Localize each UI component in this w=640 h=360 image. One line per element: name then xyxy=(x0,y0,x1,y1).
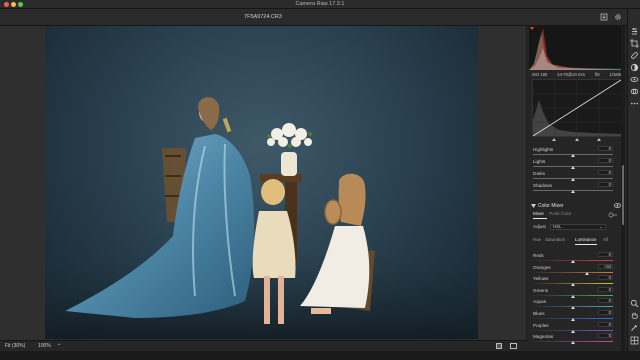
luminance-label: Yellows xyxy=(533,276,549,282)
fit-zoom-button[interactable]: Fit (30%) xyxy=(5,343,25,349)
tone-curve-label: Highlights xyxy=(533,147,554,152)
luminance-label: Oranges xyxy=(533,264,551,270)
tone-curve-slider-thumb[interactable] xyxy=(571,154,575,157)
luminance-label: Magentas xyxy=(533,334,554,340)
chevron-down-icon xyxy=(531,204,536,208)
view-mode-icon[interactable] xyxy=(496,343,502,349)
tab-luminance[interactable]: Luminance xyxy=(575,237,596,242)
luminance-value[interactable]: 0 xyxy=(598,321,613,327)
luminance-value[interactable]: 0 xyxy=(598,298,613,304)
image-canvas[interactable] xyxy=(0,26,526,340)
photo-preview[interactable] xyxy=(45,26,478,339)
luminance-slider-thumb[interactable] xyxy=(584,271,589,275)
edit-icon[interactable] xyxy=(630,27,639,36)
tone-curve-value[interactable]: 0 xyxy=(598,146,613,151)
tab-saturation[interactable]: Saturation xyxy=(545,237,565,242)
tone-curve-graph[interactable] xyxy=(532,79,622,137)
zoom-dropdown-icon[interactable]: ⌄ xyxy=(57,341,61,347)
luminance-label: Blues xyxy=(533,311,545,316)
tone-curve-value[interactable]: 0 xyxy=(598,182,613,187)
luminance-slider-thumb[interactable] xyxy=(571,318,575,321)
luminance-value[interactable]: 0 xyxy=(598,252,613,257)
luminance-value[interactable]: 0 xyxy=(598,333,613,339)
luminance-slider-thumb[interactable] xyxy=(571,341,575,345)
tab-hue[interactable]: Hue xyxy=(533,237,541,242)
hand-icon[interactable] xyxy=(630,311,639,320)
grid-icon[interactable] xyxy=(630,336,639,345)
color-mixer-subtabs: Mixer Point Color xyxy=(533,211,572,219)
crop-icon[interactable] xyxy=(630,39,639,48)
tone-curve-value[interactable]: 0 xyxy=(598,158,613,163)
file-name: 7F5A9724.CR3 xyxy=(244,14,282,20)
view-bar: Fit (30%) 100% ⌄ xyxy=(0,340,527,351)
edit-panel: ISO 100 24-70@24 mm f/8 1/160s Highlight… xyxy=(527,26,627,351)
lens-text: 24-70@24 mm xyxy=(557,72,586,77)
more-icon[interactable] xyxy=(630,99,639,108)
luminance-slider-thumb[interactable] xyxy=(571,306,575,310)
shadow-clipping-icon xyxy=(530,27,534,30)
zoom-100-button[interactable]: 100% xyxy=(38,343,51,349)
luminance-value[interactable]: 0 xyxy=(598,286,613,292)
chevron-down-icon: ⌄ xyxy=(599,224,603,229)
luminance-slider-thumb[interactable] xyxy=(571,260,575,263)
before-after-icon[interactable] xyxy=(510,343,517,349)
gear-icon[interactable] xyxy=(614,13,622,21)
tone-curve-slider-thumb[interactable] xyxy=(571,190,575,193)
sampler-icon[interactable] xyxy=(630,323,639,332)
targeted-adjustment-icon[interactable] xyxy=(608,212,617,218)
tone-curve-label: Darks xyxy=(533,171,545,176)
luminance-slider-thumb[interactable] xyxy=(571,294,575,298)
adjust-label: Adjust xyxy=(533,224,546,229)
tone-curve-label: Lights xyxy=(533,159,546,164)
tab-mixer[interactable]: Mixer xyxy=(533,211,544,216)
active-tab-underline xyxy=(575,244,597,245)
active-subtab-underline xyxy=(533,218,547,219)
document-header: 7F5A9724.CR3 xyxy=(0,9,627,26)
color-mixer-title: Color Mixer xyxy=(538,203,564,209)
adjust-select-value: HSL xyxy=(553,224,562,229)
luminance-label: Reds xyxy=(533,253,544,258)
tone-curve-label: Shadows xyxy=(533,183,552,188)
luminance-label: Purples xyxy=(533,322,549,328)
luminance-value[interactable]: 0 xyxy=(598,275,613,281)
panel-scroll-thumb[interactable] xyxy=(622,165,624,225)
save-icon[interactable] xyxy=(600,13,608,21)
window-title-bar: Camera Raw 17.3.1 xyxy=(0,0,640,9)
camera-info: ISO 100 24-70@24 mm f/8 1/160s xyxy=(529,71,625,78)
presets-icon[interactable] xyxy=(630,87,639,96)
tab-point-color[interactable]: Point Color xyxy=(549,211,571,216)
iso-text: ISO 100 xyxy=(532,72,548,77)
tone-curve-slider-thumb[interactable] xyxy=(571,166,575,169)
visibility-eye-icon[interactable] xyxy=(614,203,621,208)
mask-icon[interactable] xyxy=(630,63,639,72)
curve-region-dividers[interactable] xyxy=(532,138,622,142)
heal-icon[interactable] xyxy=(630,51,639,60)
tone-curve-value[interactable]: 0 xyxy=(598,170,613,175)
aperture-text: f/8 xyxy=(594,72,600,77)
zoom-icon[interactable] xyxy=(630,299,639,308)
luminance-slider-track[interactable] xyxy=(533,271,613,273)
adjust-row: Adjust HSL ⌄ xyxy=(533,224,621,231)
luminance-value[interactable]: 0 xyxy=(598,310,613,315)
luminance-slider-thumb[interactable] xyxy=(571,329,575,333)
tone-curve-slider-thumb[interactable] xyxy=(571,178,575,181)
adjust-select[interactable]: HSL ⌄ xyxy=(550,224,606,230)
luminance-value[interactable]: +34 xyxy=(598,263,613,269)
redeye-icon[interactable] xyxy=(630,75,639,84)
app-title: Camera Raw 17.3.1 xyxy=(295,1,345,7)
color-mixer-header[interactable]: Color Mixer xyxy=(530,202,624,210)
histogram xyxy=(529,26,625,70)
luminance-label: Greens xyxy=(533,287,549,293)
filmstrip-area xyxy=(0,351,640,360)
tab-all[interactable]: All xyxy=(603,237,608,242)
luminance-slider-thumb[interactable] xyxy=(571,283,575,287)
luminance-label: Aquas xyxy=(533,299,547,305)
hsl-tabs: Hue Saturation Luminance All xyxy=(533,237,619,245)
tool-strip xyxy=(627,9,640,351)
